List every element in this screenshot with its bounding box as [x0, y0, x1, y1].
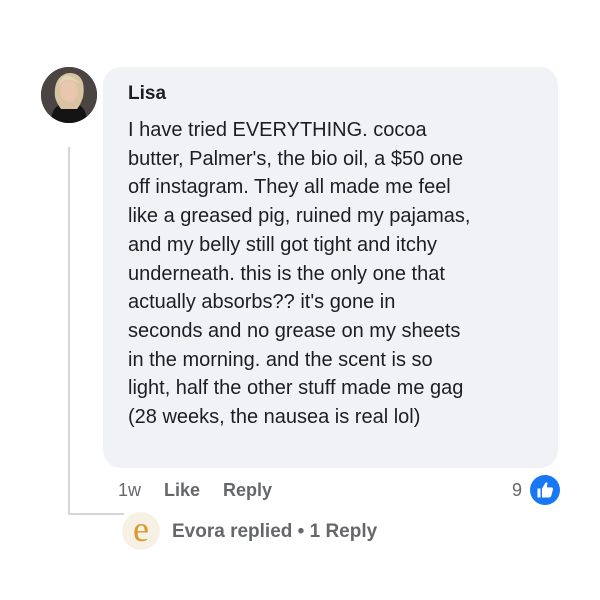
comment-bubble: Lisa I have tried EVERYTHING. cocoa butt… [103, 67, 558, 468]
view-replies-link[interactable]: Evora replied • 1 Reply [172, 520, 377, 544]
evora-avatar[interactable]: e [122, 509, 160, 550]
like-button[interactable]: Like [164, 480, 200, 501]
thumbs-up-icon[interactable] [530, 475, 560, 505]
commenter-avatar[interactable] [41, 67, 97, 123]
thread-connector-horizontal [68, 513, 124, 515]
comment-timestamp[interactable]: 1w [118, 480, 141, 501]
like-count[interactable]: 9 [512, 478, 522, 502]
evora-logo-letter: e [133, 509, 149, 549]
comment-author[interactable]: Lisa [128, 82, 538, 106]
reply-button[interactable]: Reply [223, 480, 272, 501]
comment-actions: 1w Like Reply [118, 478, 295, 502]
thread-connector-vertical [68, 147, 70, 515]
comment-text: I have tried EVERYTHING. cocoa butter, P… [128, 119, 471, 429]
